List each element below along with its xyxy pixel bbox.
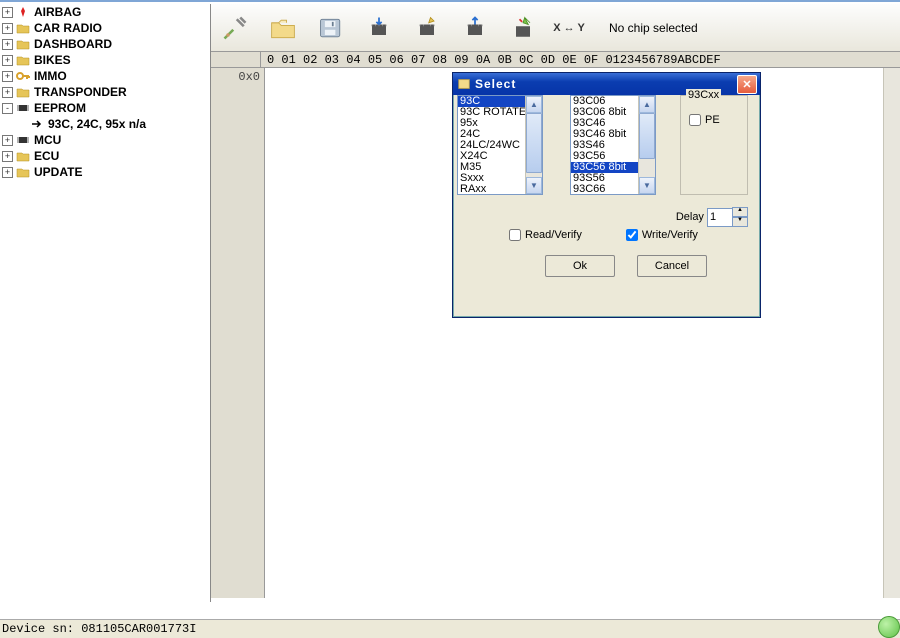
scroll-up-icon[interactable]: ▲ — [526, 96, 542, 113]
tree-item-label: CAR RADIO — [34, 20, 102, 36]
dialog-icon — [457, 77, 471, 91]
device-tree[interactable]: + AIRBAG + CAR RADIO + DASHBOARD + BIKES + IMMO + T… — [0, 4, 211, 602]
tree-arrow-icon — [30, 118, 44, 130]
scroll-up-icon[interactable]: ▲ — [639, 96, 655, 113]
scroll-down-icon[interactable]: ▼ — [639, 177, 655, 194]
cancel-button[interactable]: Cancel — [637, 255, 707, 277]
tree-item-label: BIKES — [34, 52, 71, 68]
options-groupbox: 93Cxx PE — [680, 95, 748, 195]
tree-expander-icon[interactable]: + — [2, 55, 13, 66]
read-verify-checkbox[interactable] — [509, 229, 521, 241]
tree-expander-icon[interactable]: + — [2, 23, 13, 34]
tree-expander-icon[interactable]: + — [2, 151, 13, 162]
erase-chip-icon[interactable] — [500, 6, 546, 49]
tree-item-label: 93C, 24C, 95x n/a — [48, 116, 146, 132]
tree-expander-icon[interactable]: + — [2, 87, 13, 98]
tree-folder-icon — [16, 150, 30, 162]
status-text: Device sn: 081105CAR001773I — [2, 622, 196, 636]
tree-item-label: MCU — [34, 132, 61, 148]
tree-item[interactable]: + DASHBOARD — [0, 36, 210, 52]
listbox-scrollbar[interactable]: ▲ ▼ — [525, 96, 542, 194]
write-chip-icon[interactable] — [404, 6, 450, 49]
write-verify-checkbox[interactable] — [626, 229, 638, 241]
read-verify-row[interactable]: Read/Verify — [509, 229, 582, 241]
status-indicator-icon — [878, 616, 900, 638]
tree-folder-icon — [16, 166, 30, 178]
status-bar: Device sn: 081105CAR001773I — [0, 619, 900, 638]
tree-expander-icon[interactable]: + — [2, 167, 13, 178]
tree-folder-icon — [16, 86, 30, 98]
close-icon[interactable]: ✕ — [737, 75, 757, 94]
hex-gutter: 0x0 — [211, 68, 265, 598]
tree-item[interactable]: + BIKES — [0, 52, 210, 68]
listbox-scrollbar[interactable]: ▲ ▼ — [638, 96, 655, 194]
pe-checkbox[interactable] — [689, 114, 701, 126]
ok-button[interactable]: Ok — [545, 255, 615, 277]
pe-label: PE — [705, 114, 720, 126]
scroll-down-icon[interactable]: ▼ — [526, 177, 542, 194]
tree-item[interactable]: + MCU — [0, 132, 210, 148]
hex-columns: 0 01 02 03 04 05 06 07 08 09 0A 0B 0C 0D… — [261, 53, 721, 67]
spin-up-icon[interactable]: ▲ — [732, 207, 748, 217]
tree-folder-icon — [16, 54, 30, 66]
write-verify-row[interactable]: Write/Verify — [626, 229, 698, 241]
tree-item-label: IMMO — [34, 68, 67, 84]
tree-item-label: UPDATE — [34, 164, 82, 180]
tree-key-icon — [16, 70, 30, 82]
swap-xy-label: X ↔ Y — [553, 22, 585, 34]
hex-row-addr: 0x0 — [211, 70, 260, 84]
save-device-icon[interactable] — [308, 6, 354, 49]
family-listbox[interactable]: 93C93C ROTATED95x24C24LC/24WCX24CM35Sxxx… — [457, 95, 543, 195]
write-verify-label: Write/Verify — [642, 229, 698, 241]
toolbar: X ↔ Y No chip selected — [211, 4, 900, 52]
delay-input[interactable] — [707, 208, 733, 227]
tree-expander-icon[interactable]: + — [2, 39, 13, 50]
tree-item-label: ECU — [34, 148, 59, 164]
tree-item-label: DASHBOARD — [34, 36, 112, 52]
tree-folder-icon — [16, 38, 30, 50]
select-dialog: Select ✕ 93C93C ROTATED95x24C24LC/24WCX2… — [452, 72, 761, 318]
read-verify-label: Read/Verify — [525, 229, 582, 241]
hex-scrollbar[interactable] — [883, 68, 900, 598]
tree-item-label: AIRBAG — [34, 4, 81, 20]
swap-xy-button[interactable]: X ↔ Y — [548, 7, 590, 48]
device-listbox[interactable]: 93C0693C06 8bit93C4693C46 8bit93S4693C56… — [570, 95, 656, 195]
delay-spinner[interactable]: ▲▼ — [732, 207, 748, 227]
tree-item[interactable]: + ECU — [0, 148, 210, 164]
tree-item-label: TRANSPONDER — [34, 84, 127, 100]
tree-chip-icon — [16, 134, 30, 146]
groupbox-label: 93Cxx — [686, 89, 721, 101]
tree-item[interactable]: + UPDATE — [0, 164, 210, 180]
read-chip-icon[interactable] — [356, 6, 402, 49]
tree-expander-icon[interactable]: + — [2, 7, 13, 18]
chip-status-label: No chip selected — [609, 21, 698, 35]
pe-checkbox-row[interactable]: PE — [689, 114, 720, 126]
spin-down-icon[interactable]: ▼ — [732, 217, 748, 227]
tree-expander-icon[interactable]: + — [2, 135, 13, 146]
tree-expander-icon[interactable]: - — [2, 103, 13, 114]
open-folder-icon[interactable] — [260, 6, 306, 49]
tree-expander-icon[interactable]: + — [2, 71, 13, 82]
tree-item[interactable]: + AIRBAG — [0, 4, 210, 20]
tree-item-label: EEPROM — [34, 100, 86, 116]
tree-pin-icon — [16, 6, 30, 18]
verify-chip-icon[interactable] — [452, 6, 498, 49]
tool-settings-icon[interactable] — [212, 6, 258, 49]
tree-item[interactable]: - EEPROM — [0, 100, 210, 116]
tree-folder-icon — [16, 22, 30, 34]
hex-header: 0 01 02 03 04 05 06 07 08 09 0A 0B 0C 0D… — [211, 52, 900, 68]
tree-chip-icon — [16, 102, 30, 114]
tree-item[interactable]: + IMMO — [0, 68, 210, 84]
tree-item[interactable]: 93C, 24C, 95x n/a — [0, 116, 210, 132]
delay-label: Delay — [676, 211, 704, 223]
tree-item[interactable]: + TRANSPONDER — [0, 84, 210, 100]
tree-item[interactable]: + CAR RADIO — [0, 20, 210, 36]
